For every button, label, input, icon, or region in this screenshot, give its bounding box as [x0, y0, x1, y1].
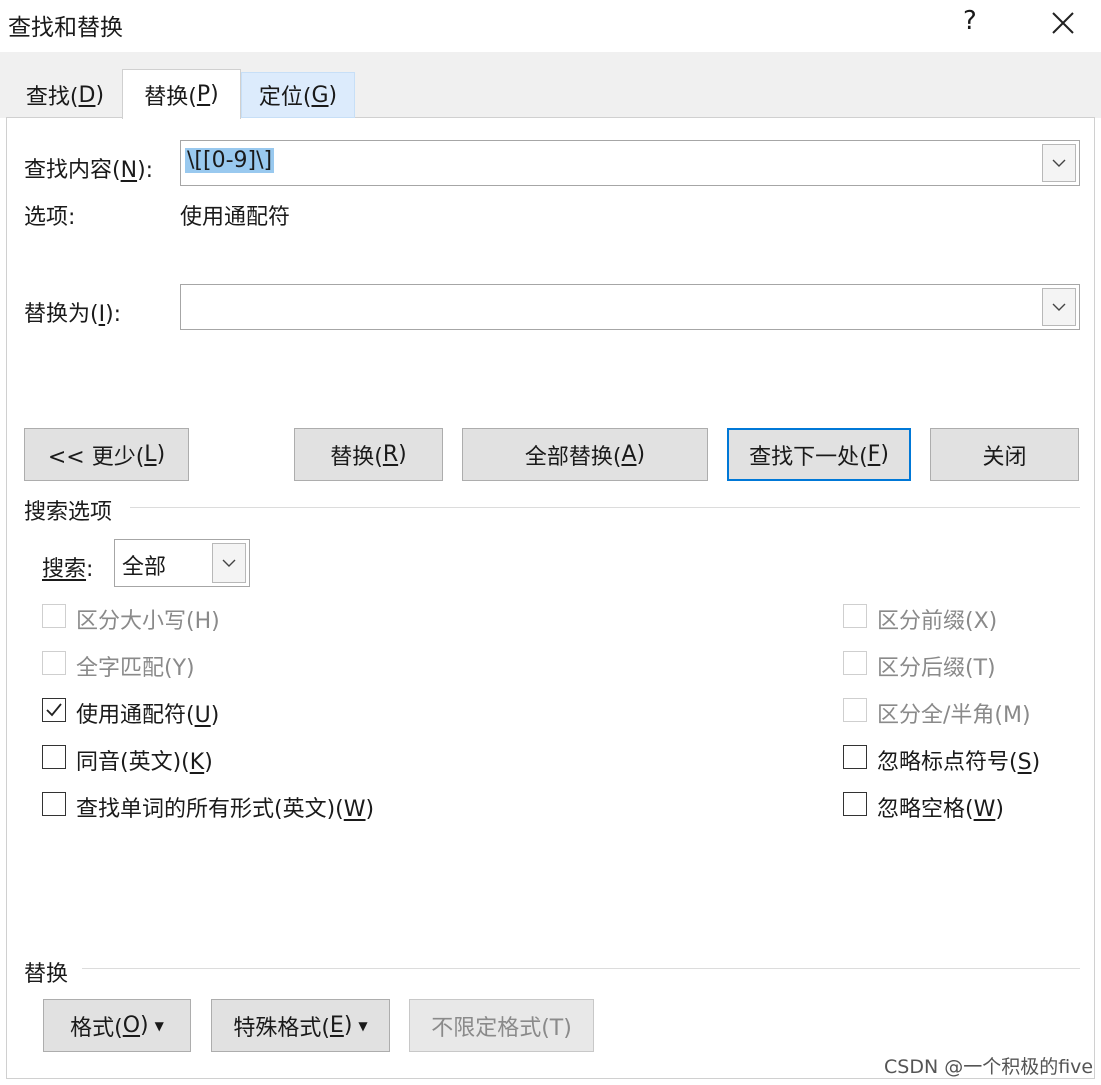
- tab-goto[interactable]: 定位(G): [241, 72, 355, 118]
- use-wildcards-checkbox[interactable]: [42, 698, 66, 722]
- find-what-combo[interactable]: \[[0-9]\]: [180, 140, 1080, 186]
- find-next-button[interactable]: 查找下一处(F): [727, 428, 911, 481]
- match-case-checkbox[interactable]: [42, 604, 66, 628]
- ignore-whitespace-checkbox[interactable]: [843, 792, 867, 816]
- options-label: 选项:: [24, 205, 76, 230]
- ignore-punctuation-label: 忽略标点符号(S): [877, 750, 1041, 775]
- tab-find[interactable]: 查找(D): [8, 72, 122, 118]
- close-button[interactable]: 关闭: [930, 428, 1079, 481]
- find-what-dropdown[interactable]: [1042, 144, 1076, 182]
- format-button[interactable]: 格式(O) ▼: [43, 999, 191, 1052]
- match-suffix-checkbox[interactable]: [843, 651, 867, 675]
- close-icon[interactable]: [1048, 8, 1078, 38]
- sounds-like-checkbox[interactable]: [42, 745, 66, 769]
- search-direction-value: 全部: [122, 555, 167, 580]
- replace-all-button[interactable]: 全部替换(A): [462, 428, 708, 481]
- match-case-label: 区分大小写(H): [76, 609, 220, 634]
- replace-with-dropdown[interactable]: [1042, 288, 1076, 326]
- all-word-forms-checkbox[interactable]: [42, 792, 66, 816]
- chevron-down-icon: [222, 559, 236, 567]
- section-divider: [82, 968, 1080, 969]
- replace-with-label: 替换为(I):: [24, 302, 122, 327]
- find-what-input[interactable]: \[[0-9]\]: [185, 148, 275, 173]
- chevron-down-icon: [1052, 159, 1066, 167]
- replace-tab-panel: [6, 117, 1095, 1079]
- checkmark-icon: [46, 703, 62, 717]
- less-button[interactable]: << 更少(L): [24, 428, 189, 481]
- replace-section-heading: 替换: [24, 962, 69, 987]
- all-word-forms-label: 查找单词的所有形式(英文)(W): [76, 797, 375, 822]
- dropdown-arrow-icon: ▼: [358, 1018, 368, 1033]
- ignore-punctuation-checkbox[interactable]: [843, 745, 867, 769]
- match-width-label: 区分全/半角(M): [877, 703, 1031, 728]
- replace-button[interactable]: 替换(R): [294, 428, 443, 481]
- options-value: 使用通配符: [180, 205, 291, 230]
- match-prefix-label: 区分前缀(X): [877, 609, 998, 634]
- help-button[interactable]: ?: [963, 6, 977, 36]
- ignore-whitespace-label: 忽略空格(W): [877, 797, 1004, 822]
- special-format-button[interactable]: 特殊格式(E) ▼: [211, 999, 390, 1052]
- no-formatting-button[interactable]: 不限定格式(T): [409, 999, 594, 1052]
- search-options-heading: 搜索选项: [24, 500, 113, 525]
- match-suffix-label: 区分后缀(T): [877, 656, 996, 681]
- sounds-like-label: 同音(英文)(K): [76, 750, 213, 775]
- section-divider: [130, 507, 1080, 508]
- dropdown-arrow-icon: ▼: [154, 1018, 164, 1033]
- search-direction-select[interactable]: 全部: [114, 539, 250, 587]
- replace-with-combo[interactable]: [180, 284, 1080, 330]
- search-direction-label: 搜索:: [42, 557, 94, 582]
- match-prefix-checkbox[interactable]: [843, 604, 867, 628]
- find-what-label: 查找内容(N):: [24, 158, 154, 183]
- watermark: CSDN @一个积极的five: [884, 1056, 1094, 1078]
- title-bar: [0, 0, 1101, 52]
- whole-word-checkbox[interactable]: [42, 651, 66, 675]
- dialog-title: 查找和替换: [8, 15, 123, 41]
- search-direction-dropdown[interactable]: [212, 543, 246, 583]
- tab-replace[interactable]: 替换(P): [122, 69, 241, 119]
- chevron-down-icon: [1052, 303, 1066, 311]
- use-wildcards-label: 使用通配符(U): [76, 703, 220, 728]
- whole-word-label: 全字匹配(Y): [76, 656, 195, 681]
- match-width-checkbox[interactable]: [843, 698, 867, 722]
